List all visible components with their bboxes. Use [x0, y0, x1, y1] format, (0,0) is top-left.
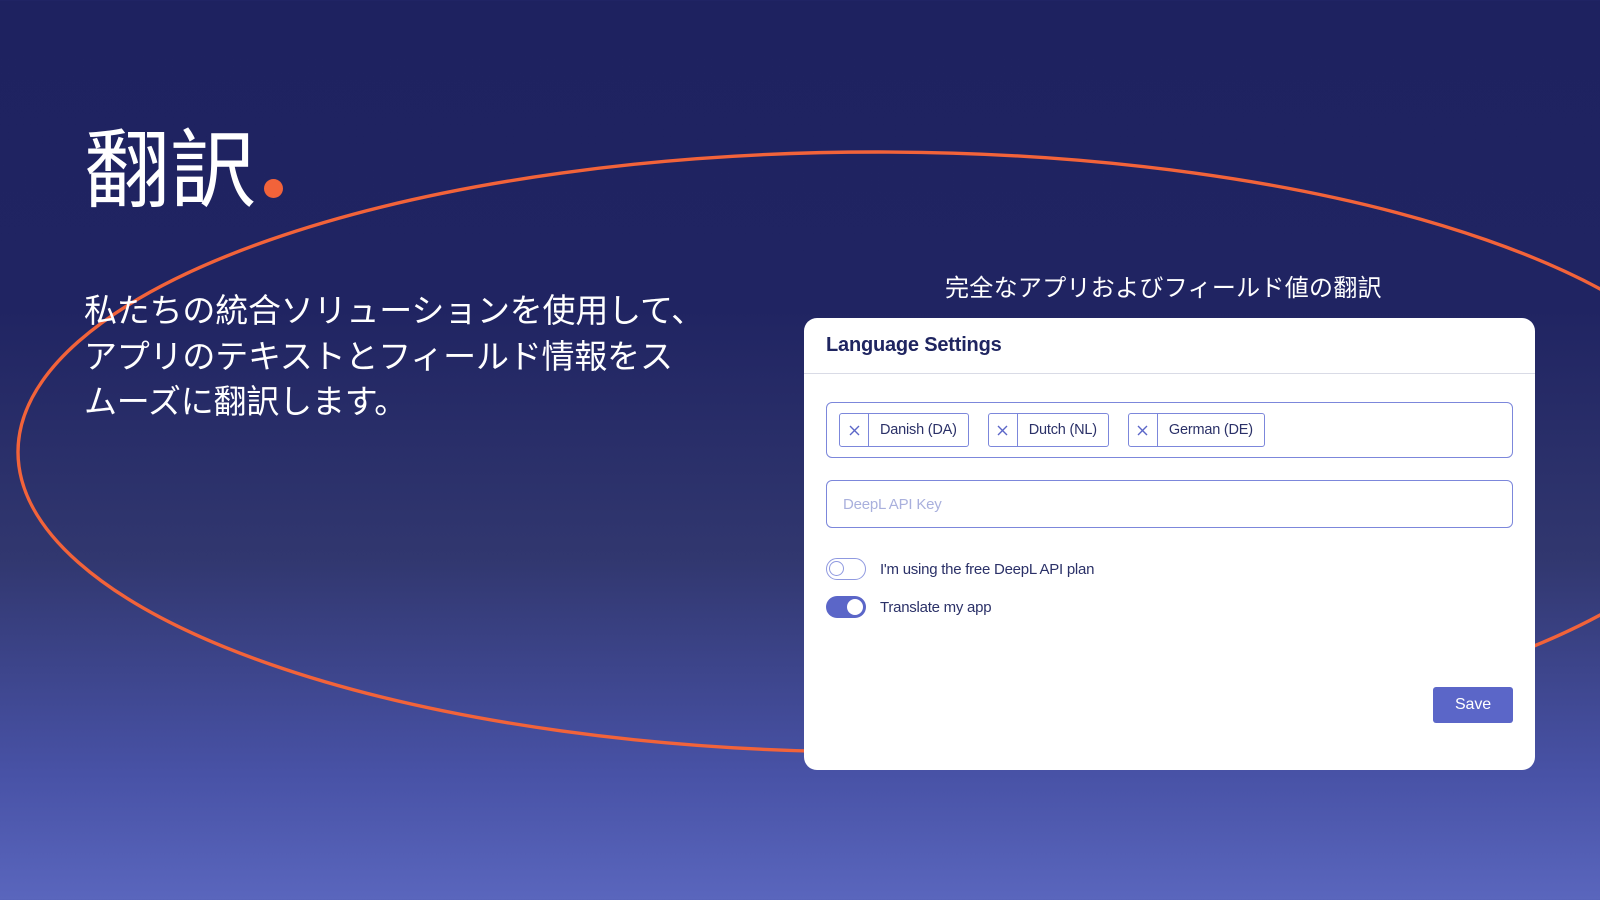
- close-icon[interactable]: [989, 414, 1018, 446]
- language-chip-label: Danish (DA): [880, 422, 957, 438]
- close-icon[interactable]: [840, 414, 869, 446]
- language-chip[interactable]: Danish (DA): [839, 413, 969, 447]
- page-title: 翻訳: [84, 128, 704, 214]
- card-body: Danish (DA) Dutch (NL) German (DE) DeepL…: [804, 374, 1535, 769]
- close-icon[interactable]: [1129, 414, 1158, 446]
- free-plan-toggle-label: I'm using the free DeepL API plan: [880, 560, 1095, 578]
- deepl-api-key-input[interactable]: [826, 480, 1513, 528]
- language-chip[interactable]: German (DE): [1127, 413, 1265, 447]
- language-multiselect-field[interactable]: Danish (DA) Dutch (NL) German (DE): [826, 402, 1513, 458]
- hero-section: 翻訳 私たちの統合ソリューションを使用して、アプリのテキストとフィールド情報をス…: [84, 128, 704, 425]
- toggle-knob: [829, 561, 844, 576]
- language-chip[interactable]: Dutch (NL): [987, 413, 1109, 447]
- toggle-knob: [847, 599, 863, 615]
- card-caption: 完全なアプリおよびフィールド値の翻訳: [945, 275, 1382, 302]
- free-plan-toggle[interactable]: [826, 558, 866, 580]
- card-title: Language Settings: [826, 334, 1002, 356]
- save-button[interactable]: Save: [1433, 687, 1513, 723]
- language-chip-label: German (DE): [1168, 422, 1253, 438]
- language-chip-label: Dutch (NL): [1028, 422, 1097, 438]
- language-settings-card: Language Settings Danish (DA) Dutch (NL)…: [804, 318, 1535, 770]
- page-title-text: 翻訳: [84, 123, 256, 219]
- free-plan-toggle-row[interactable]: I'm using the free DeepL API plan: [826, 558, 1513, 580]
- hero-description: 私たちの統合ソリューションを使用して、アプリのテキストとフィールド情報をスムーズ…: [84, 292, 704, 421]
- orange-dot-icon: [264, 179, 283, 198]
- card-header: Language Settings: [804, 318, 1535, 374]
- translate-app-toggle[interactable]: [826, 596, 866, 618]
- translate-app-toggle-row[interactable]: Translate my app: [826, 596, 1513, 618]
- translate-app-toggle-label: Translate my app: [880, 598, 992, 616]
